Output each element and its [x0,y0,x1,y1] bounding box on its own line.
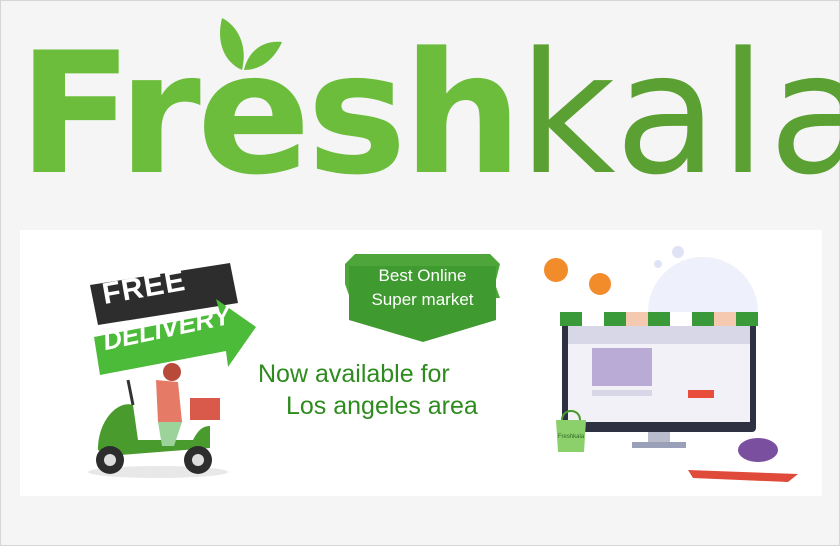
brand-logo: Freshkala [18,12,840,212]
online-store-illustration: Freshkala [544,246,798,482]
ribbon-line-1: Best Online [378,266,467,285]
bag-label: Freshkala [558,434,585,440]
tagline-line-2: Los angeles area [286,392,478,420]
promo-banner: FREE DELIVERY Best Online Super market N… [20,230,822,496]
free-delivery-sign: FREE DELIVERY [80,255,280,375]
availability-tagline: Now available for Los angeles area [252,358,522,422]
delivery-scooter-illustration [88,363,228,478]
tagline-line-1: Now available for [258,360,450,388]
best-online-ribbon: Best Online Super market [345,254,500,342]
ribbon-line-2: Super market [371,290,474,309]
brand-name-fresh: Fresh [18,16,522,212]
brand-name-kala: kala [518,16,840,212]
